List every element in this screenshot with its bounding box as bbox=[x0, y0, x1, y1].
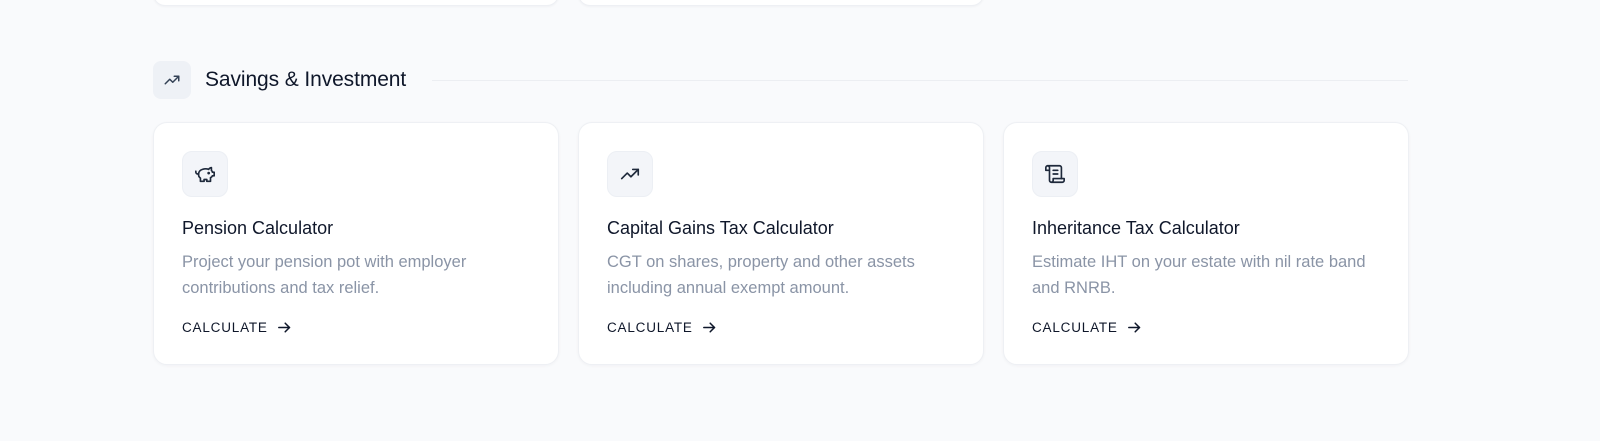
card-title: Pension Calculator bbox=[182, 218, 334, 238]
card-inheritance-tax-calculator[interactable]: Inheritance Tax Calculator Estimate IHT … bbox=[1003, 122, 1409, 365]
card-capital-gains-tax-calculator[interactable]: Capital Gains Tax Calculator CGT on shar… bbox=[578, 122, 984, 365]
section-divider bbox=[432, 79, 1408, 81]
calculate-label: CALCULATE bbox=[182, 320, 268, 335]
trending-up-icon bbox=[153, 61, 191, 99]
calculate-link[interactable]: CALCULATE bbox=[1032, 319, 1143, 336]
arrow-right-icon bbox=[276, 319, 293, 336]
arrow-right-icon bbox=[1126, 319, 1143, 336]
calculate-label: CALCULATE bbox=[607, 320, 693, 335]
card-description: CGT on shares, property and other assets… bbox=[607, 253, 915, 297]
card-description: Estimate IHT on your estate with nil rat… bbox=[1032, 253, 1366, 297]
card-pension-calculator[interactable]: Pension Calculator Project your pension … bbox=[153, 122, 559, 365]
section-title: Savings & Investment bbox=[205, 68, 407, 91]
trending-up-icon bbox=[607, 151, 653, 197]
section-header-savings-investment: Savings & Investment bbox=[153, 61, 1408, 99]
piggy-bank-icon bbox=[182, 151, 228, 197]
calculate-link[interactable]: CALCULATE bbox=[607, 319, 718, 336]
card-title: Inheritance Tax Calculator bbox=[1032, 218, 1240, 238]
calculate-label: CALCULATE bbox=[1032, 320, 1118, 335]
arrow-right-icon bbox=[701, 319, 718, 336]
previous-card-2 bbox=[578, 0, 984, 6]
card-title: Capital Gains Tax Calculator bbox=[607, 218, 834, 238]
scroll-icon bbox=[1032, 151, 1078, 197]
card-description: Project your pension pot with employer c… bbox=[182, 253, 467, 297]
previous-card-1 bbox=[153, 0, 559, 6]
calculate-link[interactable]: CALCULATE bbox=[182, 319, 293, 336]
